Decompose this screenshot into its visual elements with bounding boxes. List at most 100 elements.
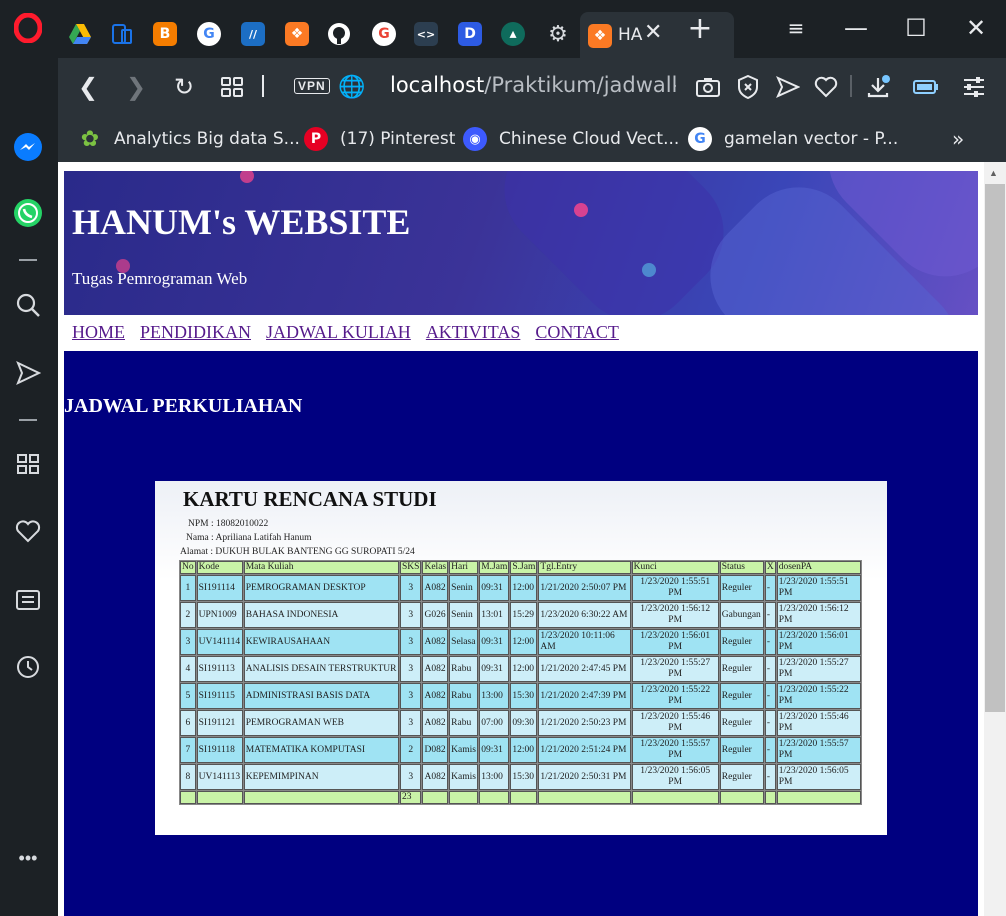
nav-home[interactable]: HOME [72,322,125,343]
table-cell: SI191113 [196,656,243,682]
table-cell: 1/21/2020 2:50:23 PM [538,710,631,736]
battery-icon[interactable] [910,71,942,103]
tab-drawio[interactable]: ▴ [493,14,533,54]
table-cell: ANALISIS DESAIN TERSTRUKTUR [243,656,400,682]
table-cell [180,791,196,804]
toolbar-divider [850,75,852,97]
table-cell [764,791,776,804]
url-field[interactable]: localhost/Praktikum/jadwalkuliah [390,73,676,97]
google-icon: G [372,22,396,46]
close-tab-icon[interactable]: ✕ [644,20,662,45]
table-cell: - [764,656,776,682]
opera-logo-icon[interactable] [12,12,44,44]
history-icon[interactable] [12,651,44,683]
globe-icon[interactable]: 🌐 [336,71,368,103]
table-cell: Reguler [719,629,764,655]
search-icon[interactable] [12,289,44,321]
column-header: S.Jam [510,561,538,574]
table-cell: 15:30 [510,764,538,790]
table-cell: 1/21/2020 2:50:07 PM [538,575,631,601]
more-options-icon[interactable]: ••• [12,842,44,874]
bookmark-item[interactable]: ◉ Chinese Cloud Vect... [463,124,679,154]
minimize-icon[interactable]: — [836,12,876,44]
table-cell: - [764,575,776,601]
devices-icon [112,24,132,44]
messenger-icon[interactable] [12,131,44,163]
table-cell: Rabu [449,656,479,682]
table-cell: PEMROGRAMAN WEB [243,710,400,736]
table-cell: 6 [180,710,196,736]
tab-d-app[interactable]: D [450,14,490,54]
nav-aktivitas[interactable]: AKTIVITAS [426,322,521,343]
table-cell: A082 [422,575,449,601]
tab-google[interactable]: G [189,14,229,54]
tab-mobile[interactable] [102,14,142,54]
scroll-up-icon[interactable]: ▲ [989,168,998,178]
bookmark-item[interactable]: ✿ Analytics Big data S... [78,124,300,154]
bookmarks-overflow-button[interactable]: » [952,124,964,154]
krs-title: KARTU RENCANA STUDI [183,487,437,511]
tab-menu-icon[interactable]: ≡ [776,12,816,44]
table-cell: Reguler [719,656,764,682]
gear-icon: ⚙ [548,21,568,47]
column-header: Mata Kuliah [243,561,400,574]
tab-codelearn[interactable]: <> [406,14,446,54]
google-icon: G [197,22,221,46]
table-cell: 1/21/2020 2:47:39 PM [538,683,631,709]
table-cell: - [764,764,776,790]
table-cell: 1/23/2020 1:56:05 PM [631,764,719,790]
speed-dial-icon[interactable] [12,448,44,480]
nav-jadwal-kuliah[interactable]: JADWAL KULIAH [266,322,411,343]
back-icon[interactable]: ❮ [72,71,104,103]
column-header: M.Jam [479,561,510,574]
reload-icon[interactable]: ↻ [168,71,200,103]
table-cell: 1/23/2020 1:55:27 PM [776,656,861,682]
shield-icon[interactable] [732,71,764,103]
news-icon[interactable] [12,584,44,616]
table-cell: PEMROGRAMAN DESKTOP [243,575,400,601]
main-content: JADWAL PERKULIAHAN KARTU RENCANA STUDI N… [64,351,978,916]
page-heading: JADWAL PERKULIAHAN [64,395,303,417]
whatsapp-icon[interactable] [12,197,44,229]
table-cell: D082 [422,737,449,763]
banner-sparkle [642,263,656,277]
table-cell [196,791,243,804]
table-cell: - [764,602,776,628]
leaf-icon: ✿ [80,126,100,152]
easy-setup-icon[interactable] [958,71,990,103]
camera-icon[interactable] [692,71,724,103]
column-header: Tgl.Entry [538,561,631,574]
bookmark-item[interactable]: G gamelan vector - P... [688,124,898,154]
table-cell: SI191114 [196,575,243,601]
tab-settings[interactable]: ⚙ [538,14,578,54]
forward-icon[interactable]: ❯ [120,71,152,103]
tab-google-drive[interactable] [60,14,100,54]
tab-blogger[interactable]: B [145,14,185,54]
tab-github[interactable] [319,14,359,54]
download-icon[interactable] [862,71,894,103]
tab-code[interactable]: // [233,14,273,54]
nav-contact[interactable]: CONTACT [535,322,619,343]
nav-pendidikan[interactable]: PENDIDIKAN [140,322,251,343]
tab-google-2[interactable]: G [364,14,404,54]
vertical-scrollbar[interactable]: ▲ [984,162,1006,916]
table-cell: SI191118 [196,737,243,763]
google-drive-icon [69,24,91,44]
new-tab-icon[interactable]: + [680,11,720,46]
site-title: HANUM's WEBSITE [72,202,411,242]
close-window-icon[interactable]: ✕ [956,12,996,44]
column-header: SKS [400,561,422,574]
tab-xampp[interactable]: ❖ [277,14,317,54]
bookmark-heart-icon[interactable] [810,71,842,103]
flow-send-icon[interactable] [772,71,804,103]
vpn-badge[interactable]: VPN [294,78,330,94]
bookmark-item[interactable]: P (17) Pinterest [304,124,455,154]
table-cell [449,791,479,804]
scrollbar-thumb[interactable] [985,184,1005,712]
banner-sparkle [240,171,254,183]
table-cell: 13:01 [479,602,510,628]
maximize-icon[interactable]: ☐ [896,12,936,44]
heart-icon[interactable] [12,515,44,547]
send-icon[interactable] [12,357,44,389]
tabs-grid-icon[interactable] [216,71,248,103]
